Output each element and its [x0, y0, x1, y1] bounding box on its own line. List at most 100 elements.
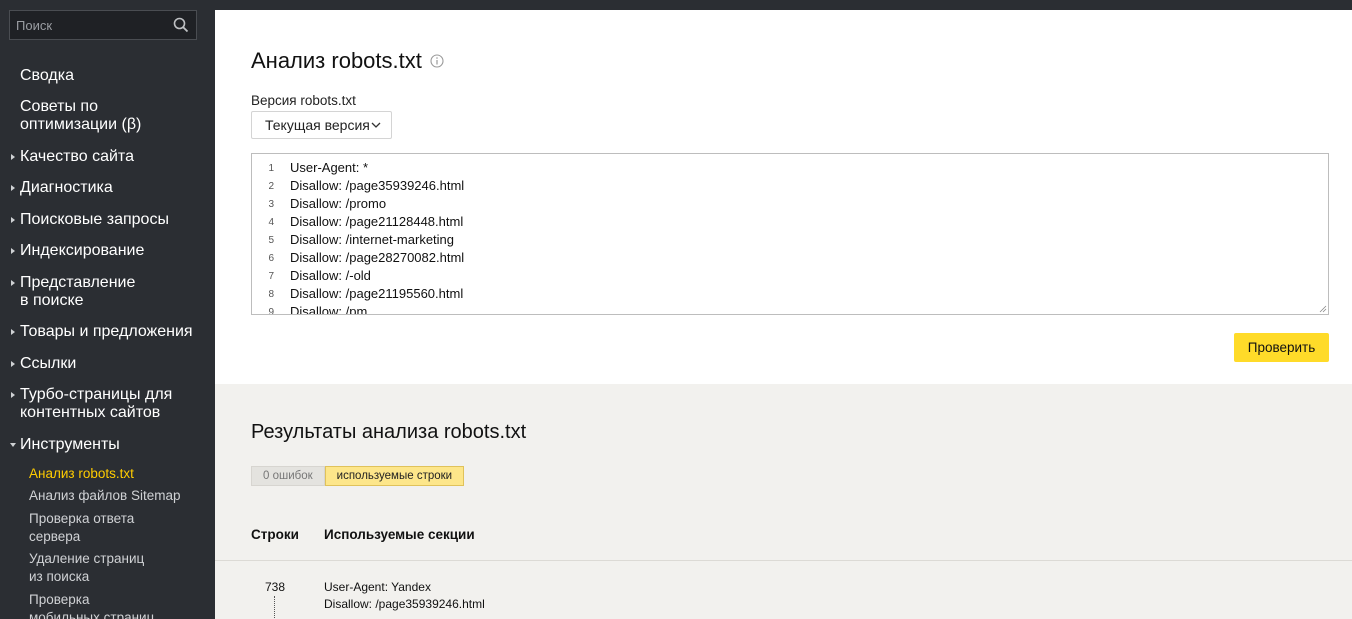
sidebar-item-tools[interactable]: Инструменты [0, 436, 215, 454]
info-icon[interactable] [430, 54, 444, 68]
sidebar-item-label: Советы по [20, 98, 98, 115]
sidebar-item-label: Инструменты [20, 436, 120, 453]
version-select[interactable]: Текущая версия [251, 111, 392, 139]
sidebar-item-products[interactable]: Товары и предложения [0, 323, 215, 341]
editor-line: 2 Disallow: /page35939246.html [252, 177, 1328, 195]
sidebar-item-label: Поисковые запросы [20, 211, 169, 228]
sidebar-item-turbo-pages[interactable]: Турбо-страницы для контентных сайтов [0, 386, 215, 422]
sidebar-subitem-label-line2: мобильных страниц [29, 610, 155, 619]
divider [215, 560, 1352, 561]
line-number: 3 [268, 199, 274, 210]
sidebar-item-optimization-tips[interactable]: Советы по оптимизации (β) [0, 98, 215, 134]
sidebar-subitem-robots-analysis[interactable]: Анализ robots.txt [0, 465, 215, 483]
column-header-sections: Используемые секции [324, 527, 475, 542]
chevron-down-icon [10, 443, 16, 447]
sidebar: Сводка Советы по оптимизации (β) Качеств… [0, 0, 215, 619]
line-text: User-Agent: * [290, 160, 369, 175]
line-text: Disallow: /promo [290, 196, 387, 211]
sidebar-item-diagnostics[interactable]: Диагностика [0, 179, 215, 197]
chevron-right-icon [11, 154, 15, 160]
sidebar-item-label: Сводка [20, 67, 75, 84]
results-tabs: 0 ошибок используемые строки [251, 466, 465, 486]
sidebar-item-label-line2: оптимизации (β) [20, 116, 142, 133]
result-section-line: Disallow: /page35939246.html [324, 597, 485, 611]
line-text: Disallow: /page35939246.html [290, 178, 465, 193]
line-text: Disallow: /page21128448.html [290, 214, 464, 229]
line-number: 5 [268, 235, 274, 246]
editor-line: 5 Disallow: /internet-marketing [252, 231, 1328, 249]
sidebar-subitem-remove-pages[interactable]: Удаление страниц из поиска [0, 550, 215, 586]
sidebar-item-label: Диагностика [20, 179, 113, 196]
line-number: 7 [268, 271, 274, 282]
line-number: 4 [268, 217, 274, 228]
sidebar-subitem-label: Анализ файлов Sitemap [29, 488, 181, 503]
line-number: 6 [268, 253, 274, 264]
sidebar-item-label: Турбо-страницы для [20, 386, 173, 403]
chevron-right-icon [11, 280, 15, 286]
editor-line: 7 Disallow: /-old [252, 267, 1328, 285]
robots-analysis-panel: Анализ robots.txt Версия robots.txt Теку… [215, 10, 1352, 384]
sidebar-subitem-server-response[interactable]: Проверка ответа сервера [0, 510, 215, 546]
editor-lines: 1 User-Agent: * 2 Disallow: /page35939246.… [252, 154, 1328, 315]
sidebar-item-label: Индексирование [20, 242, 145, 259]
line-number: 2 [268, 181, 274, 192]
editor-line: 3 Disallow: /promo [252, 195, 1328, 213]
chevron-down-icon [371, 122, 381, 128]
sidebar-item-search-queries[interactable]: Поисковые запросы [0, 211, 215, 229]
robots-editor[interactable]: 1 User-Agent: * 2 Disallow: /page35939246.… [251, 153, 1329, 315]
sidebar-subitem-mobile-check[interactable]: Проверка мобильных страниц [0, 591, 215, 619]
sidebar-item-summary[interactable]: Сводка [0, 67, 215, 85]
results-panel: Результаты анализа robots.txt 0 ошибок и… [215, 384, 1352, 619]
page-title: Анализ robots.txt [251, 48, 422, 73]
chevron-right-icon [11, 329, 15, 335]
check-button[interactable]: Проверить [1234, 333, 1329, 362]
editor-line: 6 Disallow: /page28270082.html [252, 249, 1328, 267]
chevron-right-icon [11, 185, 15, 191]
sidebar-item-label-line2: в поиске [20, 292, 84, 309]
tab-used-lines[interactable]: используемые строки [324, 466, 465, 486]
line-number: 9 [268, 307, 274, 315]
sidebar-subitem-label: Проверка ответа [29, 511, 135, 526]
sidebar-item-label-line2: контентных сайтов [20, 404, 161, 421]
editor-line: 1 User-Agent: * [252, 159, 1328, 177]
line-text: Disallow: /page28270082.html [290, 250, 465, 265]
sidebar-subitem-label: Удаление страниц [29, 551, 145, 566]
sidebar-item-site-quality[interactable]: Качество сайта [0, 148, 215, 166]
tab-errors[interactable]: 0 ошибок [251, 466, 325, 486]
sidebar-subitem-label-line2: сервера [29, 529, 81, 544]
resize-handle-icon[interactable] [1319, 305, 1327, 313]
sidebar-item-indexing[interactable]: Индексирование [0, 242, 215, 260]
sidebar-subitem-label: Проверка [29, 592, 90, 607]
sidebar-item-label: Товары и предложения [20, 323, 193, 340]
line-number: 8 [268, 289, 274, 300]
sidebar-item-label: Качество сайта [20, 148, 134, 165]
sidebar-subitem-label-line2: из поиска [29, 569, 90, 584]
chevron-right-icon [11, 361, 15, 367]
search-icon[interactable] [173, 17, 189, 33]
editor-line: 9 Disallow: /pm [252, 303, 1328, 315]
search-input[interactable] [10, 11, 170, 39]
search-box [9, 10, 197, 40]
line-text: Disallow: /internet-marketing [290, 232, 455, 247]
result-line-number: 738 [265, 580, 286, 594]
result-section-line: User-Agent: Yandex [324, 580, 431, 594]
sidebar-item-label: Ссылки [20, 355, 77, 372]
line-text: Disallow: /pm [290, 304, 368, 315]
chevron-right-icon [11, 392, 15, 398]
line-number: 1 [268, 163, 274, 174]
version-label: Версия robots.txt [251, 93, 356, 108]
sidebar-subitem-sitemap-analysis[interactable]: Анализ файлов Sitemap [0, 487, 215, 505]
line-text: Disallow: /page21195560.html [290, 286, 464, 301]
results-title: Результаты анализа robots.txt [251, 421, 527, 443]
chevron-right-icon [11, 217, 15, 223]
sidebar-subitem-label: Анализ robots.txt [29, 466, 134, 481]
sidebar-item-search-appearance[interactable]: Представление в поиске [0, 274, 215, 310]
sidebar-item-links[interactable]: Ссылки [0, 355, 215, 373]
version-select-value: Текущая версия [265, 117, 370, 133]
chevron-right-icon [11, 248, 15, 254]
column-header-lines: Строки [251, 527, 299, 542]
editor-line: 4 Disallow: /page21128448.html [252, 213, 1328, 231]
line-text: Disallow: /-old [290, 268, 371, 283]
sidebar-item-label: Представление [20, 274, 136, 291]
editor-line: 8 Disallow: /page21195560.html [252, 285, 1328, 303]
